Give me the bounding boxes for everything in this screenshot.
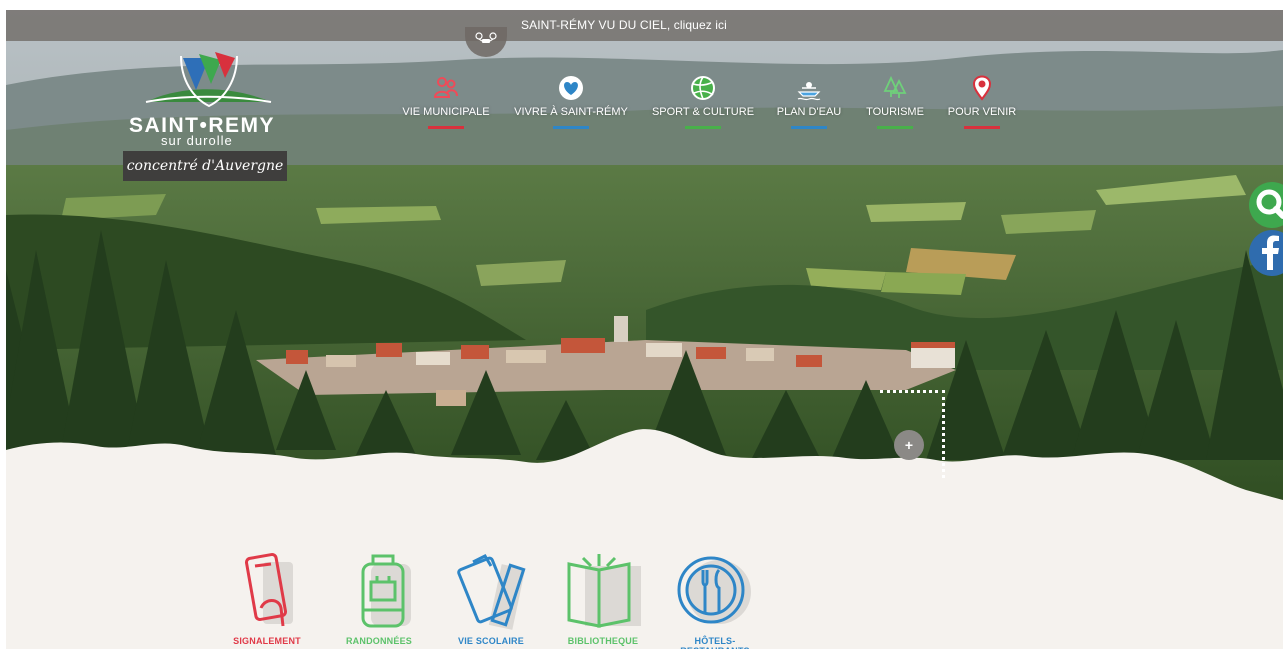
page: SAINT-RÉMY VU DU CIEL, cliquez ici SAINT… — [6, 0, 1283, 649]
nav-underline — [428, 126, 464, 129]
heart-icon — [559, 76, 583, 100]
nav-label: VIE MUNICIPALE — [402, 106, 490, 118]
nav-plan-d-eau[interactable]: PLAN D'EAU — [774, 75, 844, 129]
backpack-icon — [361, 554, 411, 628]
nav-label: TOURISME — [866, 106, 924, 118]
site-logo[interactable]: SAINT•REMY sur durolle concentré d'Auver… — [121, 50, 291, 185]
nav-underline — [685, 126, 721, 129]
nav-underline — [553, 126, 589, 129]
nav-label: PLAN D'EAU — [776, 106, 842, 118]
drone-icon — [475, 32, 497, 43]
nav-tourisme[interactable]: TOURISME — [860, 75, 930, 129]
nav-sport-culture[interactable]: SPORT & CULTURE — [648, 75, 758, 129]
search-button[interactable] — [1249, 182, 1283, 228]
people-icon — [433, 77, 458, 98]
phone-hand-icon — [244, 553, 293, 627]
more-button[interactable]: + — [894, 430, 924, 460]
volleyball-icon — [691, 76, 715, 100]
boat-icon — [797, 82, 821, 101]
book-icon — [567, 554, 641, 628]
quick-link-label: VIE SCOLAIRE — [458, 636, 524, 646]
nav-label: POUR VENIR — [947, 106, 1017, 118]
nav-vie-municipale[interactable]: VIE MUNICIPALE — [398, 75, 494, 129]
banner-link[interactable]: SAINT-RÉMY VU DU CIEL, cliquez ici — [521, 18, 727, 32]
search-icon — [1256, 189, 1283, 219]
clipboard-ruler-icon — [457, 554, 526, 630]
nav-pour-venir[interactable]: POUR VENIR — [944, 75, 1020, 129]
nav-vivre-a-saint-remy[interactable]: VIVRE À SAINT-RÉMY — [510, 75, 632, 129]
quick-link-vie-scolaire[interactable]: VIE SCOLAIRE — [436, 552, 546, 646]
quick-link-label: HÔTELS-RESTAURANTS — [680, 636, 749, 649]
logo-tagline: concentré d'Auvergne — [123, 151, 287, 181]
quick-link-randonnees[interactable]: RANDONNÉES — [324, 552, 434, 646]
trees-icon — [883, 75, 907, 98]
logo-emblem — [145, 52, 272, 108]
quick-link-label: RANDONNÉES — [345, 636, 412, 646]
nav-underline — [964, 126, 1000, 129]
nav-label: SPORT & CULTURE — [651, 106, 755, 118]
top-banner[interactable]: SAINT-RÉMY VU DU CIEL, cliquez ici — [6, 10, 1283, 41]
fork-knife-icon — [677, 556, 751, 624]
nav-underline — [791, 126, 827, 129]
nav-label: VIVRE À SAINT-RÉMY — [514, 106, 628, 118]
quick-link-hotels-restaurants[interactable]: HÔTELS-RESTAURANTS — [660, 552, 770, 649]
location-pin-icon — [972, 75, 992, 101]
nav-underline — [877, 126, 913, 129]
facebook-button[interactable] — [1249, 230, 1283, 276]
quick-link-bibliotheque[interactable]: BIBLIOTHEQUE — [548, 552, 658, 646]
facebook-icon — [1262, 235, 1279, 270]
quick-links-section: SIGNALEMENT RANDONNÉES VIE SCOLAIRE BIBL… — [6, 500, 1283, 649]
logo-subtitle: sur durolle — [161, 133, 233, 148]
quick-link-signalement[interactable]: SIGNALEMENT — [212, 552, 322, 646]
quick-link-label: BIBLIOTHEQUE — [567, 636, 639, 646]
quick-link-label: SIGNALEMENT — [233, 636, 301, 646]
